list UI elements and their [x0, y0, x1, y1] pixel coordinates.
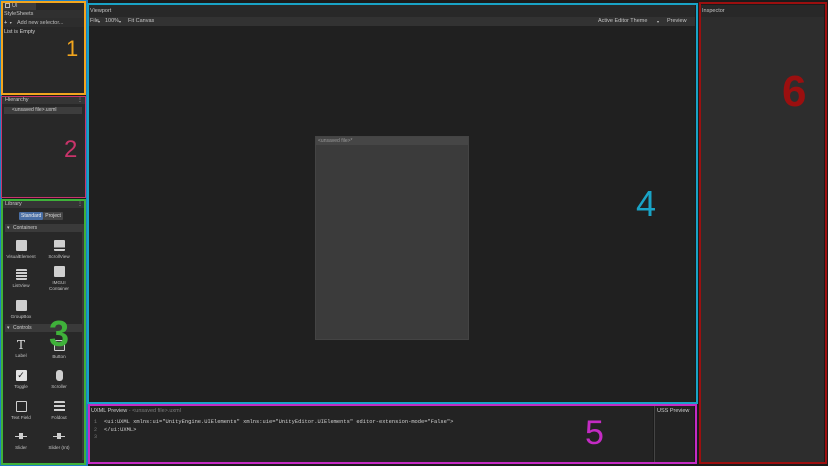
foldout-icon [53, 401, 65, 412]
library-item-label: ListView [12, 283, 30, 288]
zoom-level[interactable]: 100% [105, 17, 119, 26]
canvas-title: <unsaved file>* [318, 138, 353, 144]
kebab-menu-icon[interactable]: ⋮ [77, 200, 83, 208]
annotation-number-6: 6 [782, 67, 807, 116]
code-line: </ui:UXML> [104, 426, 137, 433]
section-controls-label: Controls [13, 325, 32, 331]
annotation-number-4: 4 [636, 183, 657, 224]
text-t-icon: T [16, 338, 25, 352]
annotation-number-1: 1 [66, 36, 79, 61]
chevron-down-icon[interactable]: ▾ [657, 17, 659, 26]
list-view-icon [15, 269, 27, 280]
uss-preview-panel: USS Preview [654, 406, 694, 462]
hierarchy-title: Hierarchy [5, 97, 29, 103]
tab-standard[interactable]: Standard [19, 212, 44, 220]
canvas[interactable]: <unsaved file>* [315, 136, 469, 340]
stylesheets-title: StyleSheets [4, 11, 34, 17]
section-controls[interactable]: Controls [5, 324, 82, 332]
group-box-icon [15, 300, 27, 311]
library-item-groupbox[interactable]: GroupBox [3, 300, 39, 320]
section-containers[interactable]: Containers [5, 224, 82, 232]
library-item-label-text: Text Field [11, 415, 31, 420]
code-line: <ui:UXML xmlns:ui="UnityEngine.UIElement… [104, 419, 454, 425]
kebab-menu-icon[interactable]: ⋮ [77, 96, 83, 104]
library-item-label-text: Scroller [51, 384, 67, 389]
uxml-preview-title: UXML Preview [91, 408, 128, 414]
viewport-header: Viewport [88, 5, 695, 17]
annotation-number-2: 2 [64, 136, 78, 163]
text-field-icon [15, 401, 27, 412]
slider-icon [15, 431, 27, 442]
viewport-toolbar: File ▾ 100% ▾ Fit Canvas Active Editor T… [88, 17, 695, 26]
library-panel: Library ⋮ StandardProject Containers Vis… [2, 200, 85, 464]
canvas-header[interactable]: <unsaved file>* [316, 137, 468, 145]
hierarchy-item-label: <unsaved file>.uxml [12, 107, 57, 113]
library-item-scroller[interactable]: Scroller [41, 370, 77, 390]
library-item-text-field[interactable]: Text Field [3, 401, 39, 421]
library-item-label: IMGUI Container [49, 280, 69, 291]
uxml-preview-panel: UXML Preview - <unsaved file>.uxml 1 2 3… [90, 406, 653, 462]
inspector-header: Inspector [701, 5, 824, 17]
visual-element-icon [15, 240, 27, 251]
library-scrollbar[interactable] [82, 224, 84, 460]
library-item-slider[interactable]: Slider [3, 431, 39, 451]
add-selector-input[interactable]: Add new selector... [17, 20, 63, 26]
checkbox-icon: ✓ [15, 370, 27, 381]
line-number: 3 [93, 434, 97, 441]
chevron-down-icon[interactable]: ▾ [98, 17, 100, 26]
annotation-number-3: 3 [49, 313, 70, 354]
selector-toolbar: + ▾ Add new selector... [2, 18, 85, 27]
library-item-label: GroupBox [10, 314, 32, 319]
ui-builder-window-tab[interactable]: UI Builder [2, 2, 36, 17]
line-number: 2 [93, 426, 97, 433]
section-containers-label: Containers [13, 225, 38, 231]
viewport-title: Viewport [90, 8, 112, 14]
uss-preview-title: USS Preview [657, 408, 690, 414]
library-item-imgui-container[interactable]: IMGUI Container [41, 266, 77, 291]
library-item-listview[interactable]: ListView [3, 269, 39, 289]
scroll-view-icon [53, 240, 65, 251]
library-item-label-text: Label [15, 353, 27, 358]
viewport-panel: Viewport File ▾ 100% ▾ Fit Canvas Active… [88, 5, 695, 403]
stylesheets-header: StyleSheets [2, 10, 85, 18]
library-item-label: VisualElement [6, 254, 36, 259]
library-item-label-text: Slider (Int) [48, 445, 70, 450]
inspector-title: Inspector [702, 8, 725, 14]
scroller-icon [55, 370, 63, 381]
preview-toggle[interactable]: Preview [667, 17, 687, 26]
library-item-label-text: Button [52, 354, 66, 359]
fit-canvas-button[interactable]: Fit Canvas [128, 17, 154, 26]
library-item-label-text: Foldout [51, 415, 67, 420]
library-item-scrollview[interactable]: ScrollView [41, 240, 77, 260]
theme-selector[interactable]: Active Editor Theme [598, 17, 647, 26]
add-stylesheet-button[interactable]: + [4, 20, 7, 26]
tab-project[interactable]: Project [43, 212, 63, 220]
library-item-slider-int[interactable]: Slider (Int) [41, 431, 77, 451]
library-item-label-text: Slider [15, 445, 27, 450]
chevron-down-icon[interactable]: ▾ [10, 20, 12, 25]
hierarchy-header: Hierarchy ⋮ [2, 96, 85, 104]
line-number: 1 [93, 419, 97, 425]
library-item-visualelement[interactable]: VisualElement [3, 240, 39, 260]
ui-builder-icon [5, 3, 10, 9]
library-item-label-text: Toggle [14, 384, 28, 389]
annotation-number-5: 5 [585, 414, 604, 452]
slider-int-icon [53, 431, 65, 442]
library-title: Library [5, 201, 22, 207]
library-item-toggle[interactable]: ✓ Toggle [3, 370, 39, 390]
uxml-preview-header: UXML Preview - <unsaved file>.uxml [90, 406, 653, 416]
imgui-container-icon [53, 266, 65, 277]
stylesheets-empty-text: List is Empty [4, 29, 36, 35]
chevron-down-icon[interactable]: ▾ [119, 17, 121, 26]
hierarchy-item[interactable]: <unsaved file>.uxml [4, 107, 82, 114]
library-tabs: Standard Project [19, 212, 63, 220]
uxml-preview-subtitle: - <unsaved file>.uxml [128, 408, 181, 414]
library-header: Library ⋮ [2, 200, 85, 208]
library-item-label: ScrollView [48, 254, 70, 259]
library-item-label[interactable]: T Label [3, 339, 39, 359]
library-item-foldout[interactable]: Foldout [41, 401, 77, 421]
